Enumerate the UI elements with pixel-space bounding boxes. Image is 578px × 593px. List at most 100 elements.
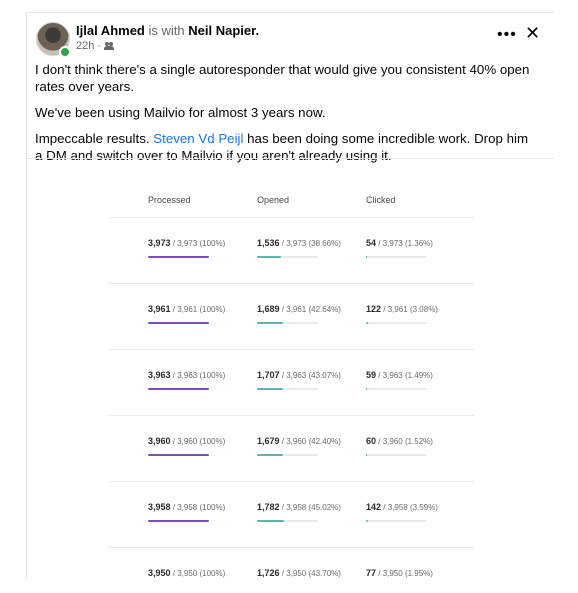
- opened-count: 1,726: [257, 568, 280, 578]
- row-divider: [109, 217, 474, 218]
- post-meta: 22h ·: [76, 40, 115, 52]
- clicked-count: 142: [366, 502, 382, 512]
- processed-count: 3,958: [148, 502, 171, 512]
- clicked-count: 77: [366, 568, 377, 578]
- clicked-progress-fill: [366, 454, 368, 456]
- opened-progress-track: [257, 322, 318, 324]
- opened-count: 1,689: [257, 304, 280, 314]
- with-text: is with: [148, 23, 185, 38]
- processed-detail: / 3,961 (100%): [172, 305, 226, 314]
- processed-cell: 3,963 / 3,963 (100%): [148, 370, 225, 380]
- post-paragraph: I don't think there's a single autorespo…: [35, 62, 530, 94]
- processed-count: 3,960: [148, 436, 171, 446]
- clicked-count: 59: [366, 370, 377, 380]
- opened-progress-fill: [257, 520, 285, 522]
- clicked-cell: 54 / 3,973 (1.36%): [366, 238, 433, 248]
- friends-icon[interactable]: [104, 42, 115, 50]
- row-divider: [109, 283, 474, 284]
- clicked-progress-fill: [366, 256, 368, 258]
- post-paragraph: We've been using Mailvio for almost 3 ye…: [35, 105, 326, 120]
- processed-progress-track: [148, 388, 209, 390]
- opened-cell: 1,782 / 3,958 (45.02%): [257, 502, 341, 512]
- opened-progress-track: [257, 256, 318, 258]
- clicked-progress-track: [366, 388, 427, 390]
- row-divider: [109, 349, 474, 350]
- opened-cell: 1,726 / 3,950 (43.70%): [257, 568, 341, 578]
- clicked-progress-fill: [366, 388, 368, 390]
- clicked-detail: / 3,963 (1.49%): [378, 371, 433, 380]
- post-card: Ijlal Ahmed is with Neil Napier. 22h · •…: [26, 12, 554, 579]
- clicked-progress-fill: [366, 520, 369, 522]
- opened-progress-fill: [257, 454, 283, 456]
- opened-detail: / 3,963 (43.07%): [281, 371, 341, 380]
- opened-progress-fill: [257, 322, 283, 324]
- header-processed: Processed: [148, 195, 191, 205]
- row-divider: [109, 415, 474, 416]
- processed-detail: / 3,973 (100%): [172, 239, 226, 248]
- clicked-cell: 59 / 3,963 (1.49%): [366, 370, 433, 380]
- header-clicked: Clicked: [366, 195, 396, 205]
- opened-detail: / 3,973 (38.66%): [281, 239, 341, 248]
- online-status-dot: [59, 46, 71, 58]
- opened-detail: / 3,960 (42.40%): [281, 437, 341, 446]
- processed-progress-fill: [148, 256, 209, 258]
- opened-cell: 1,679 / 3,960 (42.40%): [257, 436, 341, 446]
- clicked-detail: / 3,958 (3.59%): [383, 503, 438, 512]
- processed-count: 3,950: [148, 568, 171, 578]
- opened-cell: 1,689 / 3,961 (42.64%): [257, 304, 341, 314]
- processed-cell: 3,973 / 3,973 (100%): [148, 238, 225, 248]
- opened-count: 1,679: [257, 436, 280, 446]
- tagged-person-link[interactable]: Steven Vd Peijl: [153, 131, 243, 146]
- processed-progress-fill: [148, 322, 209, 324]
- processed-progress-fill: [148, 388, 209, 390]
- clicked-cell: 77 / 3,950 (1.95%): [366, 568, 433, 578]
- tagged-name[interactable]: Neil Napier.: [188, 23, 259, 38]
- opened-progress-track: [257, 388, 318, 390]
- clicked-progress-track: [366, 322, 427, 324]
- clicked-cell: 122 / 3,961 (3.08%): [366, 304, 438, 314]
- header-opened: Opened: [257, 195, 290, 205]
- processed-cell: 3,958 / 3,958 (100%): [148, 502, 225, 512]
- post-author-line: Ijlal Ahmed is with Neil Napier.: [76, 23, 259, 38]
- processed-cell: 3,961 / 3,961 (100%): [148, 304, 225, 314]
- more-options-icon[interactable]: •••: [497, 26, 517, 44]
- clicked-count: 122: [366, 304, 382, 314]
- author-name[interactable]: Ijlal Ahmed: [76, 23, 145, 38]
- text-segment: Impeccable results.: [35, 131, 150, 146]
- close-icon[interactable]: ✕: [525, 23, 540, 44]
- clicked-detail: / 3,960 (1.52%): [378, 437, 433, 446]
- opened-detail: / 3,950 (43.70%): [281, 569, 341, 578]
- processed-progress-track: [148, 520, 209, 522]
- opened-progress-fill: [257, 388, 284, 390]
- opened-cell: 1,536 / 3,973 (38.66%): [257, 238, 341, 248]
- clicked-progress-track: [366, 256, 427, 258]
- clicked-progress-fill: [366, 322, 368, 324]
- processed-count: 3,961: [148, 304, 171, 314]
- opened-cell: 1,707 / 3,963 (43.07%): [257, 370, 341, 380]
- processed-count: 3,973: [148, 238, 171, 248]
- processed-progress-fill: [148, 454, 209, 456]
- processed-progress-track: [148, 256, 209, 258]
- opened-detail: / 3,961 (42.64%): [281, 305, 341, 314]
- processed-detail: / 3,958 (100%): [172, 503, 226, 512]
- opened-progress-track: [257, 520, 318, 522]
- meta-separator: ·: [97, 40, 102, 52]
- processed-progress-fill: [148, 520, 209, 522]
- processed-detail: / 3,960 (100%): [172, 437, 226, 446]
- opened-count: 1,707: [257, 370, 280, 380]
- row-divider: [109, 481, 474, 482]
- clicked-detail: / 3,950 (1.95%): [378, 569, 433, 578]
- clicked-detail: / 3,973 (1.36%): [378, 239, 433, 248]
- opened-count: 1,782: [257, 502, 280, 512]
- clicked-progress-track: [366, 454, 427, 456]
- processed-cell: 3,950 / 3,950 (100%): [148, 568, 225, 578]
- post-text: I don't think there's a single autorespo…: [35, 61, 535, 173]
- clicked-cell: 142 / 3,958 (3.59%): [366, 502, 438, 512]
- clicked-cell: 60 / 3,960 (1.52%): [366, 436, 433, 446]
- post-time[interactable]: 22h: [76, 40, 94, 52]
- processed-detail: / 3,963 (100%): [172, 371, 226, 380]
- post-header: Ijlal Ahmed is with Neil Napier. 22h · •…: [27, 13, 554, 58]
- processed-progress-track: [148, 454, 209, 456]
- opened-progress-track: [257, 454, 318, 456]
- clicked-count: 54: [366, 238, 377, 248]
